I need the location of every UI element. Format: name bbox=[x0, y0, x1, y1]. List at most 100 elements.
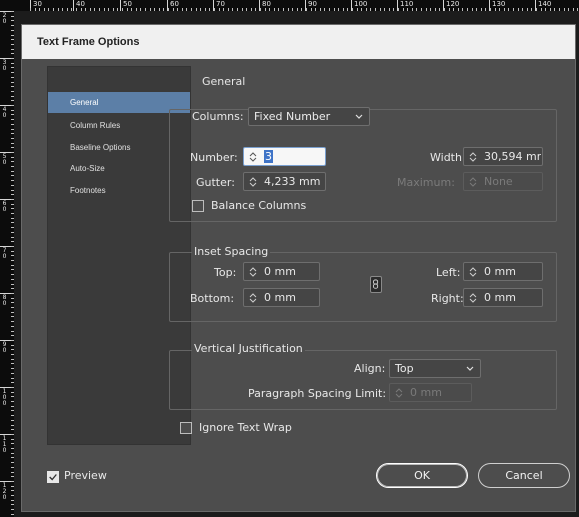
width-input[interactable]: 30,594 mr bbox=[463, 147, 543, 166]
ruler-minor-tick bbox=[35, 8, 36, 11]
preview-checkbox[interactable] bbox=[47, 471, 59, 483]
ruler-tick bbox=[120, 0, 121, 11]
ruler-minor-tick bbox=[246, 8, 247, 11]
number-input[interactable]: 3 bbox=[243, 147, 326, 166]
stepper-icon[interactable] bbox=[468, 266, 478, 278]
ruler-minor-tick bbox=[219, 8, 220, 11]
ruler-minor-tick bbox=[11, 401, 14, 402]
ruler-minor-tick bbox=[242, 8, 243, 11]
chain-link-icon bbox=[373, 279, 379, 289]
stepper-icon[interactable] bbox=[468, 151, 478, 163]
ruler-minor-tick bbox=[288, 8, 289, 11]
ruler-minor-tick bbox=[30, 8, 31, 11]
ruler-minor-tick bbox=[11, 241, 14, 242]
ruler-minor-tick bbox=[44, 8, 45, 11]
ruler-minor-tick bbox=[11, 143, 14, 144]
ruler-label: 110 bbox=[400, 0, 414, 8]
ruler-minor-tick bbox=[338, 8, 339, 11]
ruler-minor-tick bbox=[467, 8, 468, 11]
cancel-button[interactable]: Cancel bbox=[478, 463, 570, 488]
ruler-minor-tick bbox=[90, 8, 91, 11]
ruler-minor-tick bbox=[11, 439, 14, 440]
ruler-minor-tick bbox=[398, 8, 399, 11]
ruler-minor-tick bbox=[11, 363, 14, 364]
stepper-icon[interactable] bbox=[248, 292, 258, 304]
ruler-minor-tick bbox=[11, 392, 14, 393]
ruler-minor-tick bbox=[403, 8, 404, 11]
align-label: Align: bbox=[354, 362, 386, 375]
ruler-minor-tick bbox=[11, 457, 14, 458]
ruler-minor-tick bbox=[11, 171, 14, 172]
ruler-minor-tick bbox=[11, 213, 14, 214]
stepper-icon[interactable] bbox=[248, 176, 258, 188]
balance-columns-checkbox[interactable] bbox=[192, 200, 204, 212]
ruler-minor-tick bbox=[361, 8, 362, 11]
gutter-input[interactable]: 4,233 mm bbox=[243, 172, 326, 191]
ruler-minor-tick bbox=[140, 8, 141, 11]
inset-right-value: 0 mm bbox=[484, 291, 516, 304]
ruler-minor-tick bbox=[145, 8, 146, 11]
ruler-minor-tick bbox=[11, 307, 14, 308]
ruler-minor-tick bbox=[564, 8, 565, 11]
ok-button[interactable]: OK bbox=[376, 463, 468, 488]
ruler-minor-tick bbox=[177, 8, 178, 11]
ruler-minor-tick bbox=[269, 8, 270, 11]
ruler-minor-tick bbox=[11, 420, 14, 421]
ruler-minor-tick bbox=[159, 8, 160, 11]
columns-type-select[interactable]: Fixed Number bbox=[248, 107, 370, 126]
number-selected-text: 3 bbox=[264, 150, 273, 163]
ruler-minor-tick bbox=[11, 72, 14, 73]
number-label: Number: bbox=[190, 151, 238, 164]
ruler-minor-tick bbox=[11, 453, 14, 454]
ruler-minor-tick bbox=[11, 199, 14, 200]
ruler-label: 60 bbox=[2, 200, 7, 213]
ruler-minor-tick bbox=[352, 8, 353, 11]
ruler-minor-tick bbox=[320, 8, 321, 11]
ruler-minor-tick bbox=[39, 8, 40, 11]
stepper-icon[interactable] bbox=[248, 266, 258, 278]
ruler-label: 120 bbox=[2, 482, 7, 501]
ruler-minor-tick bbox=[559, 8, 560, 11]
chevron-down-icon bbox=[466, 366, 474, 371]
ruler-minor-tick bbox=[11, 448, 14, 449]
ruler-minor-tick bbox=[11, 16, 14, 17]
ruler-minor-tick bbox=[11, 157, 14, 158]
ruler-label: 100 bbox=[2, 388, 7, 407]
ignore-text-wrap-checkbox[interactable] bbox=[180, 422, 192, 434]
ruler-minor-tick bbox=[495, 8, 496, 11]
ruler-minor-tick bbox=[11, 251, 14, 252]
ruler-minor-tick bbox=[306, 8, 307, 11]
ruler-minor-tick bbox=[11, 434, 14, 435]
ruler-minor-tick bbox=[370, 8, 371, 11]
inset-spacing-title: Inset Spacing bbox=[192, 245, 271, 258]
ruler-minor-tick bbox=[214, 8, 215, 11]
ruler-minor-tick bbox=[513, 8, 514, 11]
paragraph-spacing-limit-input: 0 mm bbox=[389, 383, 472, 402]
stepper-icon[interactable] bbox=[248, 151, 258, 163]
make-all-settings-same-button[interactable] bbox=[370, 276, 382, 293]
ruler-minor-tick bbox=[311, 8, 312, 11]
ruler-minor-tick bbox=[426, 8, 427, 11]
ruler-minor-tick bbox=[453, 8, 454, 11]
dialog-title-bar[interactable]: Text Frame Options bbox=[22, 25, 575, 59]
horizontal-ruler[interactable]: 30 40 50 60 70 80 90 100 110 120 130 140 bbox=[0, 0, 579, 11]
ruler-minor-tick bbox=[499, 8, 500, 11]
ruler-minor-tick bbox=[278, 8, 279, 11]
ruler-minor-tick bbox=[11, 406, 14, 407]
inset-left-input[interactable]: 0 mm bbox=[463, 262, 543, 281]
ruler-minor-tick bbox=[531, 8, 532, 11]
inset-right-input[interactable]: 0 mm bbox=[463, 288, 543, 307]
ruler-label: 120 bbox=[446, 0, 460, 8]
stepper-icon[interactable] bbox=[468, 292, 478, 304]
inset-top-input[interactable]: 0 mm bbox=[243, 262, 320, 281]
vertical-ruler[interactable]: 20 30 40 50 60 70 80 90 100 110 120 bbox=[0, 11, 14, 517]
ruler-minor-tick bbox=[11, 63, 14, 64]
ruler-minor-tick bbox=[11, 129, 14, 130]
ruler-minor-tick bbox=[476, 8, 477, 11]
ruler-minor-tick bbox=[11, 237, 14, 238]
align-select[interactable]: Top bbox=[389, 359, 481, 378]
ruler-minor-tick bbox=[11, 312, 14, 313]
inset-bottom-input[interactable]: 0 mm bbox=[243, 288, 320, 307]
ruler-minor-tick bbox=[11, 373, 14, 374]
ruler-minor-tick bbox=[11, 476, 14, 477]
